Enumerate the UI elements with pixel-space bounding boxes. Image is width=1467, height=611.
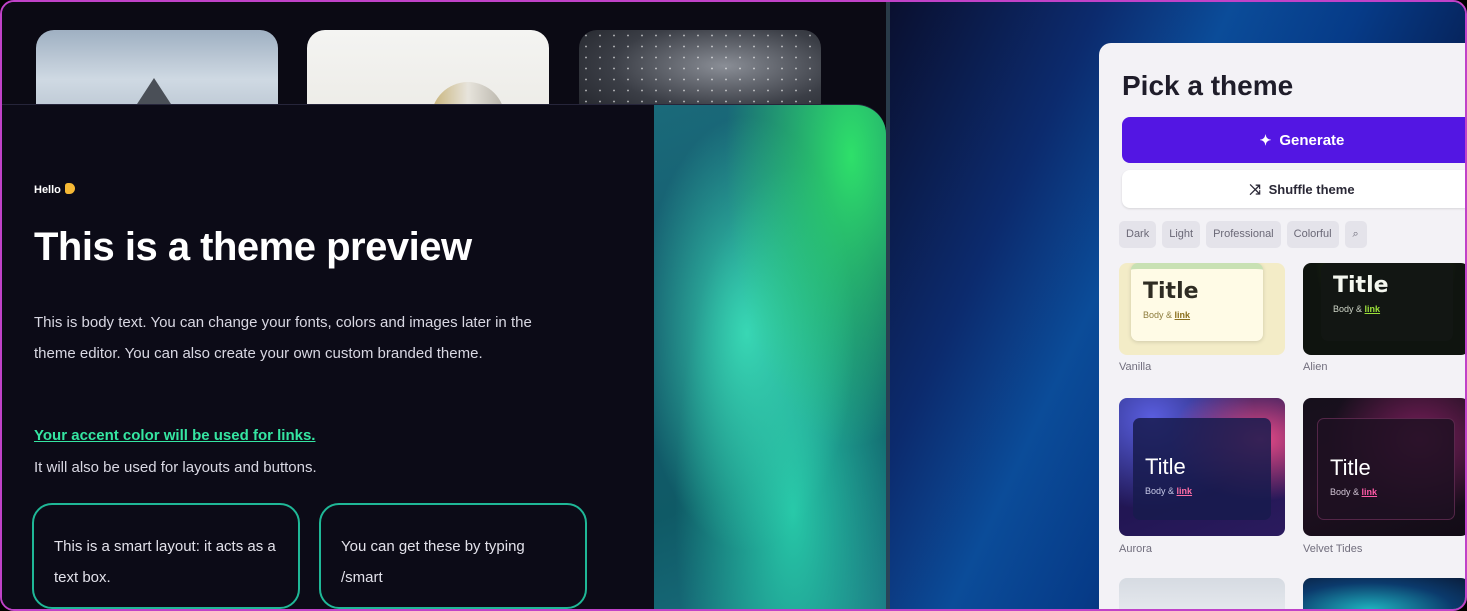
mini-title: Title: [1333, 273, 1389, 298]
theme-mini-preview: Title Body & link: [1321, 263, 1453, 341]
theme-mini-preview: Title Body & link: [1133, 418, 1271, 520]
mini-link: link: [1364, 304, 1381, 314]
filter-chip-light[interactable]: Light: [1162, 221, 1201, 248]
hello-label: Hello: [34, 184, 61, 196]
filter-chip-dark[interactable]: Dark: [1119, 221, 1157, 248]
sparkle-icon: ✦: [1259, 131, 1272, 148]
filter-chip-colorful[interactable]: Colorful: [1286, 221, 1339, 248]
mini-body: Body & link: [1330, 487, 1442, 497]
theme-card[interactable]: [1119, 578, 1285, 609]
theme-preview-area: Hello This is a theme preview This is bo…: [2, 2, 886, 609]
theme-card-vanilla[interactable]: Title Body & link: [1119, 263, 1285, 355]
shuffle-theme-button[interactable]: ⤨ Shuffle theme: [1122, 170, 1465, 208]
smart-layout-box: This is a smart layout: it acts as a tex…: [32, 503, 300, 609]
generate-label: Generate: [1279, 131, 1345, 149]
theme-mini-preview: Title Body & link: [1317, 418, 1455, 520]
filter-chip-professional[interactable]: Professional: [1206, 221, 1281, 248]
theme-picker-panel: Pick a theme ✦ Generate ⤨ Shuffle theme …: [1099, 43, 1465, 609]
theme-card[interactable]: [1303, 578, 1465, 609]
mini-body: Body & link: [1143, 310, 1251, 320]
filter-bar: Dark Light Professional Colorful ⌕: [1119, 221, 1367, 248]
panel-title: Pick a theme: [1122, 70, 1294, 101]
app-frame: Hello This is a theme preview This is bo…: [0, 0, 1467, 611]
theme-card-alien[interactable]: Title Body & link: [1303, 263, 1465, 355]
theme-preview-card: Hello This is a theme preview This is bo…: [2, 104, 886, 609]
theme-name: Velvet Tides: [1303, 543, 1363, 555]
mini-body-text: Body &: [1143, 310, 1173, 320]
hello-text: Hello: [34, 183, 75, 196]
search-icon[interactable]: ⌕: [1344, 221, 1367, 248]
accent-link[interactable]: Your accent color will be used for links…: [34, 427, 315, 444]
theme-name: Aurora: [1119, 543, 1153, 555]
accent-image-panel: [654, 105, 886, 609]
mini-link: link: [1361, 487, 1378, 497]
theme-mini-preview: Title Body & link: [1131, 263, 1263, 341]
mini-body-text: Body &: [1330, 487, 1360, 497]
mini-title: Title: [1143, 279, 1199, 304]
smart-layout-box: You can get these by typing /smart: [319, 503, 587, 609]
mini-title: Title: [1145, 454, 1186, 479]
mini-body: Body & link: [1145, 486, 1259, 496]
shuffle-icon: ⤨: [1249, 180, 1261, 197]
mini-body: Body & link: [1333, 304, 1441, 314]
theme-name: Alien: [1303, 361, 1328, 373]
shuffle-label: Shuffle theme: [1268, 181, 1355, 197]
theme-card-aurora[interactable]: Title Body & link: [1119, 398, 1285, 536]
waving-hand-icon: [64, 183, 75, 194]
mini-link: link: [1174, 310, 1191, 320]
mini-link: link: [1176, 486, 1193, 496]
mini-title: Title: [1330, 455, 1371, 480]
theme-card-velvet-tides[interactable]: Title Body & link: [1303, 398, 1465, 536]
mini-body-text: Body &: [1145, 486, 1175, 496]
preview-title: This is a theme preview: [34, 225, 472, 269]
theme-name: Vanilla: [1119, 361, 1152, 373]
preview-subtext: It will also be used for layouts and but…: [34, 459, 317, 476]
preview-body-text: This is body text. You can change your f…: [34, 314, 532, 362]
generate-button[interactable]: ✦ Generate: [1122, 117, 1465, 163]
mini-body-text: Body &: [1333, 304, 1363, 314]
